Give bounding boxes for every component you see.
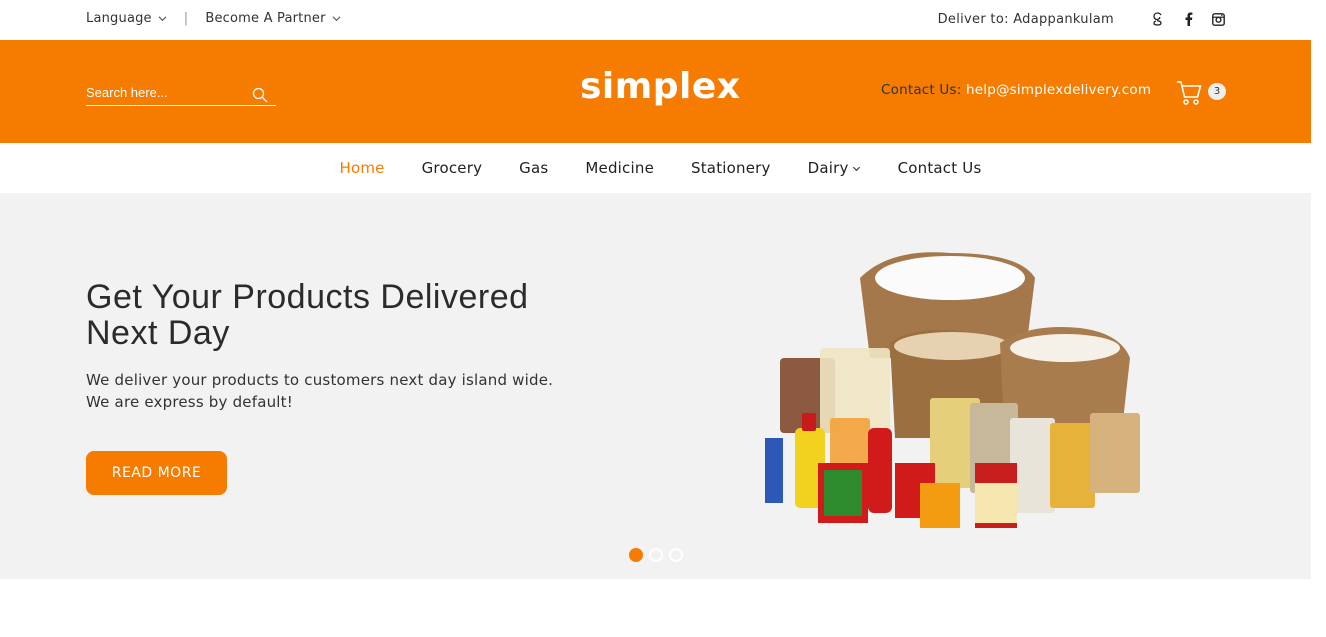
nav-item-grocery[interactable]: Grocery bbox=[422, 159, 483, 177]
google-icon[interactable] bbox=[1150, 11, 1166, 27]
nav-list: Home Grocery Gas Medicine Stationery Dai… bbox=[321, 159, 1000, 177]
top-bar: Language | Become A Partner Deliver to: … bbox=[0, 0, 1311, 40]
hero-title: Get Your Products Delivered Next Day bbox=[86, 278, 529, 352]
chevron-down-icon bbox=[852, 166, 860, 171]
cart-icon[interactable] bbox=[1176, 78, 1202, 106]
hero-description: We deliver your products to customers ne… bbox=[86, 371, 554, 411]
slider-dot-2[interactable] bbox=[649, 548, 663, 562]
language-label: Language bbox=[86, 11, 152, 26]
nav-item-stationery[interactable]: Stationery bbox=[691, 159, 771, 177]
contact-email-link[interactable]: help@simplexdelivery.com bbox=[966, 82, 1151, 98]
cart-count-badge: 3 bbox=[1208, 83, 1226, 100]
divider: | bbox=[183, 11, 189, 26]
slider-dot-3[interactable] bbox=[669, 548, 683, 562]
slider-dot-1[interactable] bbox=[629, 548, 643, 562]
site-logo[interactable]: simplex bbox=[580, 66, 741, 107]
read-more-button[interactable]: READ MORE bbox=[86, 451, 227, 495]
deliver-location[interactable]: Deliver to: Adappankulam bbox=[938, 12, 1114, 27]
language-dropdown[interactable]: Language bbox=[86, 11, 167, 26]
nav-item-contact-us[interactable]: Contact Us bbox=[898, 159, 982, 177]
search-input[interactable] bbox=[86, 83, 246, 102]
chevron-down-icon bbox=[332, 16, 341, 22]
top-bar-left: Language | Become A Partner bbox=[86, 11, 341, 26]
nav-item-medicine[interactable]: Medicine bbox=[585, 159, 654, 177]
hero-slider: Get Your Products Delivered Next Day We … bbox=[0, 193, 1311, 579]
facebook-icon[interactable] bbox=[1180, 11, 1196, 27]
nav-item-dairy-label: Dairy bbox=[807, 159, 849, 177]
contact-label: Contact Us: bbox=[881, 82, 962, 98]
become-partner-dropdown[interactable]: Become A Partner bbox=[205, 11, 341, 26]
social-links bbox=[1136, 11, 1226, 27]
search-box bbox=[86, 82, 276, 106]
top-bar-right: Deliver to: Adappankulam bbox=[938, 11, 1226, 27]
slider-dots bbox=[629, 548, 689, 562]
contact-info: Contact Us: help@simplexdelivery.com bbox=[881, 82, 1151, 98]
nav-item-home[interactable]: Home bbox=[339, 159, 384, 177]
nav-item-dairy[interactable]: Dairy bbox=[808, 159, 861, 177]
main-header: simplex Contact Us: help@simplexdelivery… bbox=[0, 40, 1311, 143]
grocery-products-image bbox=[765, 252, 1140, 528]
main-nav: Home Grocery Gas Medicine Stationery Dai… bbox=[0, 143, 1311, 193]
become-partner-label: Become A Partner bbox=[205, 11, 326, 26]
chevron-down-icon bbox=[158, 16, 167, 22]
instagram-icon[interactable] bbox=[1210, 11, 1226, 27]
search-icon[interactable] bbox=[252, 87, 268, 103]
nav-item-gas[interactable]: Gas bbox=[519, 159, 548, 177]
